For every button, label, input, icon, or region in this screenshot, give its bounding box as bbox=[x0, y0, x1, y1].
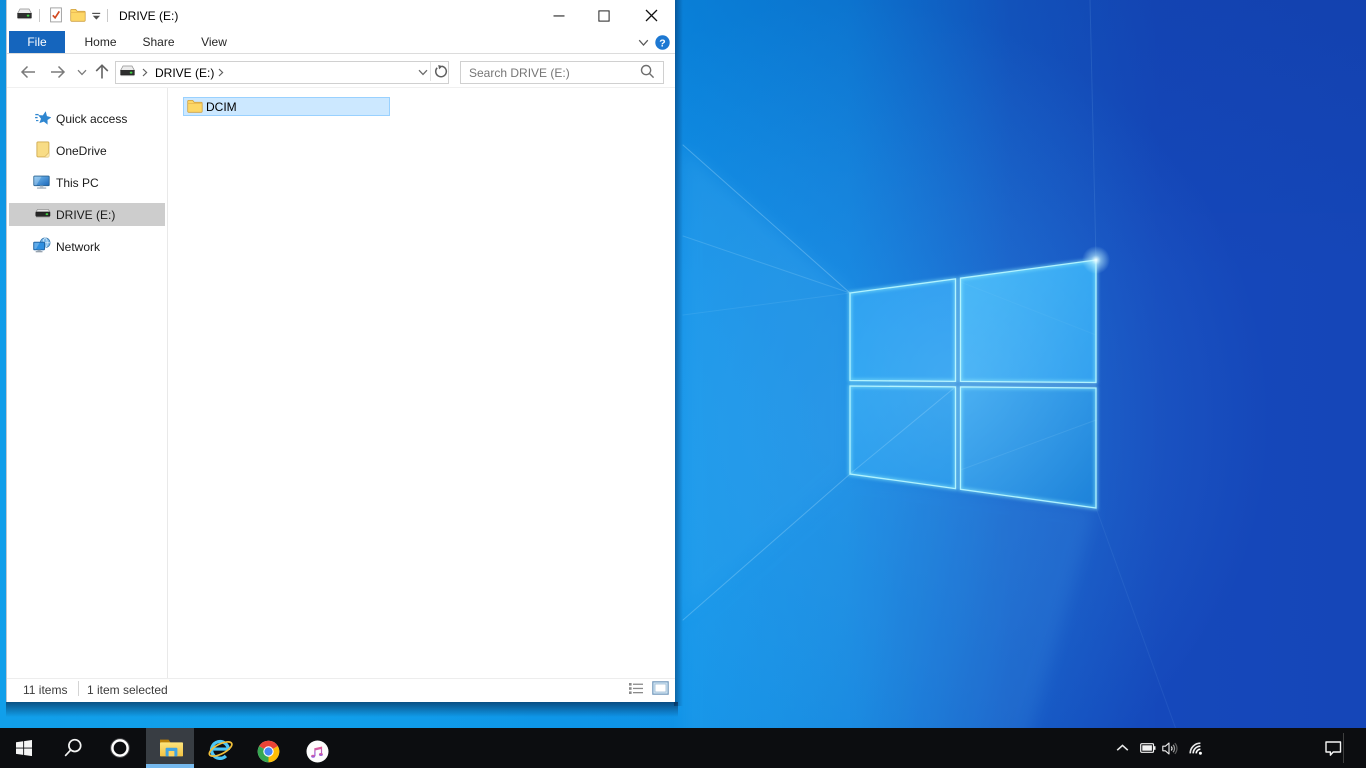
svg-text:?: ? bbox=[659, 37, 665, 49]
